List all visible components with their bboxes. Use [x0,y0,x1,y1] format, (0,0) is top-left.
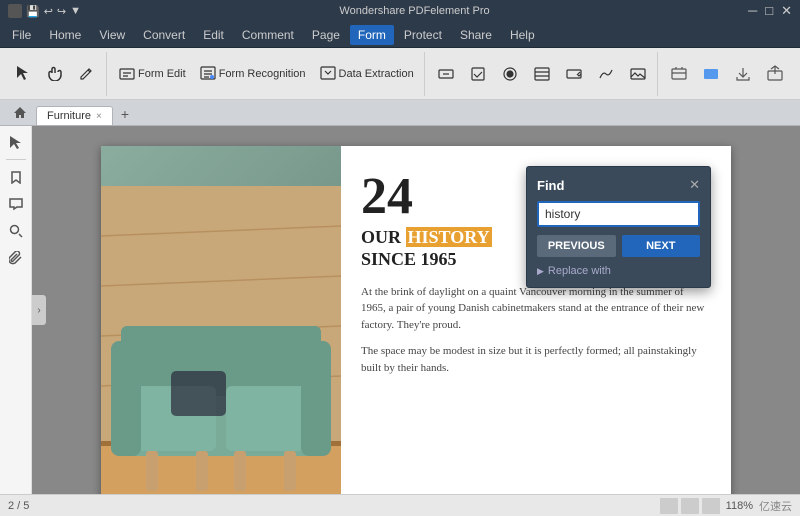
replace-arrow-icon: ▶ [537,266,544,277]
find-title-bar: Find ✕ [537,177,700,193]
find-replace-toggle[interactable]: ▶ Replace with [537,265,700,277]
quick-access-undo[interactable]: ↩ [44,5,53,18]
document-area: › [32,126,800,494]
form-recognition-label: Form Recognition [219,68,306,80]
menu-view[interactable]: View [91,25,133,45]
document-paragraph-1: At the brink of daylight on a quaint Van… [361,284,711,334]
menu-home[interactable]: Home [41,25,89,45]
watermark-label: 亿速云 [759,498,792,514]
image-field-button[interactable] [623,63,653,85]
cursor-tool-button[interactable] [8,62,38,85]
find-dialog: Find ✕ PREVIOUS NEXT ▶ Replace with [526,166,711,288]
status-icon-3[interactable] [702,498,720,514]
title-bar-title: Wondershare PDFelement Pro [81,5,748,17]
close-button[interactable]: ✕ [781,3,792,19]
tab-bar: Furniture × + [0,100,800,126]
status-right: 118% 亿速云 [660,498,792,514]
menu-convert[interactable]: Convert [135,25,193,45]
data-extraction-label: Data Extraction [339,68,414,80]
quick-access-redo[interactable]: ↪ [57,5,66,18]
import-button[interactable] [728,62,758,86]
find-buttons: PREVIOUS NEXT [537,235,700,257]
ribbon-more-group [660,52,794,96]
status-view-icons [660,498,720,514]
minimize-button[interactable]: ─ [748,3,757,19]
menu-file[interactable]: File [4,25,39,45]
find-search-input[interactable] [537,201,700,227]
document-paragraph-2: The space may be modest in size but it i… [361,343,711,376]
document-page: 24 OUR HISTORY SINCE 1965 At the brink o… [101,146,731,494]
title-bar-controls[interactable]: ─ □ ✕ [748,3,792,19]
sidebar-home-button[interactable] [8,101,32,125]
edit-tool-button[interactable] [72,62,102,85]
bookmark-button[interactable] [4,165,28,189]
quick-access-save[interactable]: 💾 [26,5,40,18]
list-box-button[interactable] [527,63,557,85]
menu-help[interactable]: Help [502,25,543,45]
ribbon-form-group: Form Edit Form Recognition Data Extracti… [109,52,425,96]
maximize-button[interactable]: □ [765,3,773,19]
search-sidebar-button[interactable] [4,219,28,243]
menu-page[interactable]: Page [304,25,348,45]
left-toolbar [0,126,32,494]
status-page-info: 2 / 5 [8,500,29,512]
ribbon-form-fields-group [427,52,658,96]
zoom-level: 118% [726,500,753,512]
hand-tool-button[interactable] [40,62,70,85]
toolbar-divider [6,159,26,160]
page-number: 2 / 5 [8,500,29,512]
radio-button[interactable] [495,63,525,85]
app-icon [8,4,22,18]
quick-access-menu[interactable]: ▼ [70,5,81,17]
menu-protect[interactable]: Protect [396,25,450,45]
menu-edit[interactable]: Edit [195,25,232,45]
status-icon-2[interactable] [681,498,699,514]
checkbox-button[interactable] [463,63,493,85]
dropdown-button[interactable] [559,63,589,85]
signature-button[interactable] [591,63,621,85]
menu-comment[interactable]: Comment [234,25,302,45]
title-bar-left: 💾 ↩ ↪ ▼ [8,4,81,18]
data-extraction-button[interactable]: Data Extraction [314,61,420,86]
tab-close-button[interactable]: × [96,111,102,122]
sofa-image [101,146,341,494]
clear-button[interactable] [664,62,694,86]
find-previous-button[interactable]: PREVIOUS [537,235,616,257]
tab-add-button[interactable]: + [113,103,137,125]
find-next-button[interactable]: NEXT [622,235,701,257]
menu-bar: File Home View Convert Edit Comment Page… [0,22,800,48]
arrow-tool-button[interactable] [4,130,28,154]
status-icon-1[interactable] [660,498,678,514]
find-close-button[interactable]: ✕ [689,177,700,193]
form-recognition-button[interactable]: Form Recognition [194,61,312,86]
tab-furniture[interactable]: Furniture × [36,106,113,125]
headline-highlight: HISTORY [406,227,492,247]
status-bar: 2 / 5 118% 亿速云 [0,494,800,516]
form-edit-button[interactable]: Form Edit [113,61,192,86]
title-bar: 💾 ↩ ↪ ▼ Wondershare PDFelement Pro ─ □ ✕ [0,0,800,22]
main-layout: › [0,126,800,494]
comment-panel-button[interactable] [4,192,28,216]
ribbon: Form Edit Form Recognition Data Extracti… [0,48,800,100]
text-field-button[interactable] [431,63,461,85]
form-edit-label: Form Edit [138,68,186,80]
export-button[interactable] [760,62,790,86]
find-dialog-title: Find [537,178,564,193]
ribbon-tool-group [4,52,107,96]
attachment-button[interactable] [4,246,28,270]
headline-prefix: OUR [361,227,406,247]
menu-form[interactable]: Form [350,25,394,45]
tab-name: Furniture [47,110,91,122]
menu-share[interactable]: Share [452,25,500,45]
collapse-panel-arrow[interactable]: › [32,295,46,325]
highlight-button[interactable] [696,62,726,86]
find-replace-label: Replace with [548,265,611,277]
